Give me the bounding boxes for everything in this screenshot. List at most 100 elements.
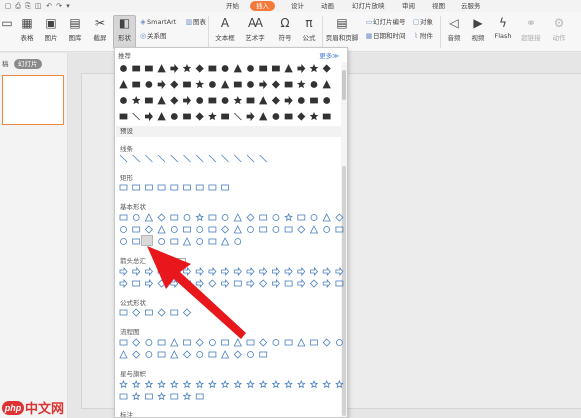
preview-icon[interactable]: ◫ [34,2,42,10]
shape-glyph[interactable] [284,280,293,287]
shape-glyph[interactable] [221,225,230,234]
audio-button[interactable]: ◁ 音频 [443,16,465,42]
shape-glyph[interactable] [335,380,344,389]
shape-glyph[interactable] [157,339,166,346]
shape-glyph[interactable] [323,97,331,104]
shape-glyph[interactable] [208,267,217,277]
shape-glyph[interactable] [220,80,230,89]
shape-glyph[interactable] [271,380,281,389]
shape-glyph[interactable] [284,380,293,389]
shape-glyph[interactable] [145,81,153,88]
shape-glyph[interactable] [157,213,166,222]
shape-glyph[interactable] [144,213,154,222]
shape-glyph[interactable] [221,154,229,163]
tab-slides[interactable]: 幻灯片 [14,59,42,69]
shape-glyph[interactable] [247,351,254,358]
shape-glyph[interactable] [233,267,242,277]
shape-glyph[interactable] [284,81,293,88]
shape-glyph[interactable] [271,279,280,289]
shape-glyph[interactable] [208,97,217,104]
shape-glyph[interactable] [258,380,268,389]
shape-glyph[interactable] [182,237,192,246]
shape-glyph[interactable] [158,238,165,245]
shape-glyph[interactable] [119,279,128,289]
table-button[interactable]: ▦ 表格 [16,16,38,42]
shape-glyph[interactable] [310,97,318,104]
shape-glyph[interactable] [170,154,179,163]
shape-glyph[interactable] [132,350,141,359]
shape-glyph[interactable] [183,113,191,120]
shape-glyph[interactable] [309,279,319,288]
redo-icon[interactable]: ↷ [55,2,63,10]
shape-glyph[interactable] [195,112,204,121]
shape-glyph[interactable] [259,96,268,105]
shape-glyph[interactable] [131,392,141,401]
shape-glyph[interactable] [221,279,230,289]
shape-glyph[interactable] [170,184,179,191]
shape-glyph[interactable] [132,267,141,277]
symbol-button[interactable]: Ω 符号 [273,16,297,42]
shape-glyph[interactable] [259,154,267,163]
slide-number-button[interactable]: ▭幻灯片编号 [365,17,406,27]
shape-glyph[interactable] [310,339,318,346]
shape-glyph[interactable] [323,226,331,233]
shape-glyph[interactable] [259,279,268,288]
shape-glyph[interactable] [209,339,216,346]
shape-glyph[interactable] [335,339,343,346]
shape-glyph[interactable] [132,226,141,233]
shape-glyph[interactable] [322,267,331,277]
shape-glyph[interactable] [170,279,179,289]
shape-glyph[interactable] [297,112,306,121]
shape-glyph[interactable] [183,280,191,287]
shape-glyph[interactable] [221,184,229,191]
wordart-button[interactable]: Ꜳ 艺术字 [242,16,268,42]
tab-review[interactable]: 审阅 [396,1,421,11]
undo-icon[interactable]: ↶ [45,2,53,10]
shape-glyph[interactable] [144,112,153,122]
shape-glyph[interactable] [132,238,141,245]
shape-glyph[interactable] [208,154,217,163]
shape-glyph[interactable] [196,97,204,104]
shape-glyph[interactable] [297,214,306,221]
shape-glyph[interactable] [132,65,141,72]
shape-glyph[interactable] [132,154,140,163]
shape-glyph[interactable] [233,96,243,105]
shape-glyph[interactable] [183,184,191,191]
shape-glyph[interactable] [170,393,179,400]
shape-glyph[interactable] [120,65,127,72]
shape-glyph[interactable] [170,214,179,221]
shape-glyph[interactable] [182,350,192,359]
shape-glyph[interactable] [220,350,230,359]
shape-glyph[interactable] [208,226,217,233]
shape-glyph[interactable] [233,350,242,359]
shape-glyph[interactable] [208,279,217,288]
shape-glyph[interactable] [271,96,280,105]
shape-glyph[interactable] [195,393,204,400]
picture-button[interactable]: ▣ 图片 [40,16,62,42]
print-icon[interactable]: ⎘ [24,2,32,10]
shape-glyph[interactable] [183,226,191,233]
shape-glyph[interactable] [208,380,217,389]
shape-glyph[interactable] [119,214,128,221]
shape-glyph[interactable] [131,96,141,105]
shape-glyph[interactable] [132,184,141,191]
shape-glyph[interactable] [221,65,229,72]
shape-glyph[interactable] [170,226,178,233]
shape-glyph[interactable] [234,154,242,163]
shape-glyph[interactable] [170,380,179,389]
scrollbar-thumb[interactable] [342,166,346,416]
hyperlink-button[interactable]: ⚭ 超链接 [518,16,544,42]
shape-glyph[interactable] [157,96,166,105]
shape-glyph[interactable] [259,214,268,221]
shape-glyph[interactable] [157,184,166,191]
shape-glyph[interactable] [195,213,204,222]
shape-glyph[interactable] [119,267,128,277]
shape-glyph[interactable] [195,184,204,191]
shape-glyph[interactable] [284,226,293,233]
shapes-button[interactable]: ◧ 形状 [113,15,136,49]
tab-cloud[interactable]: 云服务 [455,1,487,11]
shape-glyph[interactable] [157,392,166,401]
shape-glyph[interactable] [195,267,204,277]
shape-glyph[interactable] [309,225,319,234]
tab-home[interactable]: 开始 [220,1,245,11]
